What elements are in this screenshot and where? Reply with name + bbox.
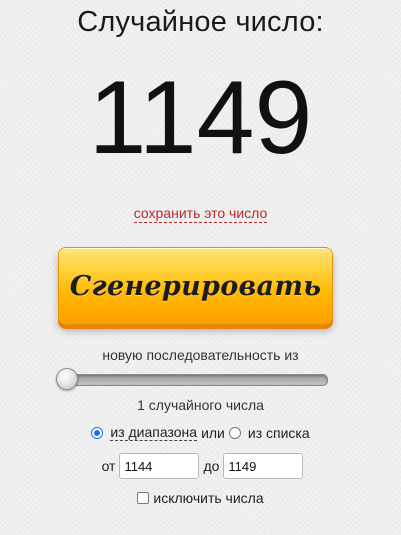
sequence-label: новую последовательность из bbox=[102, 347, 299, 363]
to-input[interactable] bbox=[223, 453, 304, 479]
count-slider-handle[interactable] bbox=[56, 368, 78, 390]
from-label: от bbox=[101, 458, 116, 474]
list-option-label[interactable]: из списка bbox=[248, 425, 310, 441]
range-option-label[interactable]: из диапазона bbox=[110, 424, 198, 441]
exclude-label[interactable]: исключить числа bbox=[153, 490, 263, 506]
generate-button-label: Сгенерировать bbox=[69, 270, 322, 302]
or-text: или bbox=[201, 424, 225, 441]
exclude-row: исключить числа bbox=[0, 490, 401, 506]
list-radio[interactable] bbox=[228, 426, 241, 439]
exclude-checkbox[interactable] bbox=[137, 492, 150, 504]
save-number-container: сохранить это число bbox=[0, 205, 401, 223]
count-label: 1 случайного числа bbox=[137, 397, 264, 413]
from-input[interactable] bbox=[119, 453, 200, 479]
page-title: Случайное число: bbox=[77, 6, 324, 38]
save-number-link[interactable]: сохранить это число bbox=[133, 205, 268, 223]
mode-selector: из диапазона или из списка bbox=[0, 424, 401, 441]
random-number-result: 1149 bbox=[88, 60, 313, 176]
to-label: до bbox=[203, 458, 220, 474]
generate-button[interactable]: Сгенерировать bbox=[58, 247, 333, 325]
count-slider-track[interactable] bbox=[62, 374, 328, 386]
range-inputs: от до bbox=[0, 453, 401, 479]
range-radio[interactable] bbox=[91, 426, 104, 439]
